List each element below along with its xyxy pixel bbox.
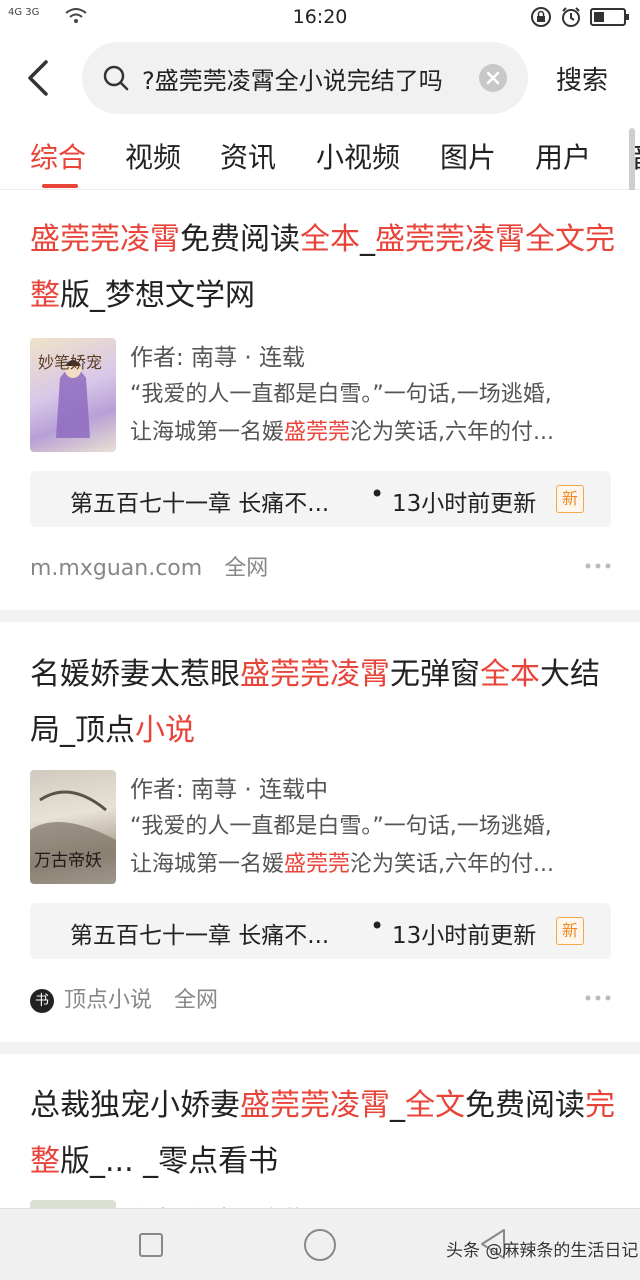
- title-highlight: 全文: [405, 1088, 465, 1123]
- separator-dot: •: [370, 912, 385, 940]
- tab-images[interactable]: 图片: [440, 136, 496, 176]
- title-text: _: [360, 222, 375, 257]
- desc-line: 让海城第一名媛盛莞莞沦为笑话,六年的付...: [130, 852, 555, 877]
- title-highlight: 全本: [300, 222, 360, 257]
- tab-video[interactable]: 视频: [125, 136, 181, 176]
- title-text: 无弹窗: [390, 657, 480, 692]
- book-description: “我爱的人一直都是白雪。”一句话,一场逃婚, 让海城第一名媛盛莞莞沦为笑话,六年…: [130, 808, 610, 884]
- source-domain: m.mxguan.com: [30, 556, 203, 581]
- title-highlight: 盛莞莞凌霄: [240, 657, 390, 692]
- title-text: 版_... _零点看书: [60, 1144, 279, 1179]
- title-highlight: 盛莞莞凌霄: [240, 1088, 390, 1123]
- book-cover[interactable]: 万古帝妖: [30, 770, 116, 884]
- result-card[interactable]: 名媛娇妻太惹眼盛莞莞凌霄无弹窗全本大结局_顶点小说 万古帝妖 作者: 南荨 · …: [0, 622, 640, 1042]
- search-input[interactable]: [140, 42, 470, 114]
- title-text: 总裁独宠小娇妻: [30, 1088, 240, 1123]
- cover-illustration-icon: 妙笔娇宠: [38, 353, 102, 438]
- source-scope: 全网: [174, 988, 219, 1013]
- category-tabs: 综合 视频 资讯 小视频 图片 用户 音: [0, 122, 640, 190]
- home-button[interactable]: [304, 1229, 336, 1261]
- search-icon: [103, 65, 129, 91]
- chapter-title: 第五百七十一章 长痛不...: [70, 491, 330, 517]
- update-time: 13小时前更新: [392, 923, 537, 949]
- active-tab-indicator: [42, 184, 78, 188]
- book-cover[interactable]: 妙笔娇宠: [30, 338, 116, 452]
- lock-rotation-icon: [531, 7, 551, 27]
- book-description: “我爱的人一直都是白雪。”一句话,一场逃婚, 让海城第一名媛盛莞莞沦为笑话,六年…: [130, 376, 610, 452]
- source-name: 顶点小说: [64, 988, 153, 1013]
- recent-apps-button[interactable]: [139, 1233, 163, 1257]
- svg-text:万古帝妖: 万古帝妖: [34, 851, 102, 871]
- more-options-icon[interactable]: [584, 994, 612, 1002]
- tab-news[interactable]: 资讯: [220, 136, 276, 176]
- more-options-icon[interactable]: [584, 562, 612, 570]
- search-box[interactable]: [82, 42, 528, 114]
- result-source: 书顶点小说 全网: [30, 982, 218, 1014]
- result-title[interactable]: 名媛娇妻太惹眼盛莞莞凌霄无弹窗全本大结局_顶点小说: [30, 647, 615, 759]
- result-source: m.mxguan.com 全网: [30, 550, 268, 582]
- site-logo-icon: 书: [30, 989, 54, 1013]
- svg-text:妙笔娇宠: 妙笔娇宠: [38, 353, 102, 372]
- battery-icon: [590, 8, 629, 26]
- new-badge: 新: [556, 917, 584, 945]
- cover-illustration-icon: 万古帝妖: [30, 790, 116, 884]
- new-badge: 新: [556, 485, 584, 513]
- latest-chapter-bar[interactable]: 第五百七十一章 长痛不... • 13小时前更新 新: [30, 471, 611, 527]
- result-card[interactable]: 总裁独宠小娇妻盛莞莞凌霄_全文免费阅读完整版_... _零点看书 作者: 作者 …: [0, 1054, 640, 1208]
- title-highlight: 小说: [135, 713, 195, 748]
- title-text: 免费阅读: [180, 222, 300, 257]
- update-time: 13小时前更新: [392, 491, 537, 517]
- clear-icon[interactable]: [478, 63, 508, 93]
- chapter-title: 第五百七十一章 长痛不...: [70, 923, 330, 949]
- desc-line: “我爱的人一直都是白雪。”一句话,一场逃婚,: [130, 814, 552, 839]
- search-header: 搜索: [0, 34, 640, 122]
- search-button[interactable]: 搜索: [556, 60, 608, 97]
- result-title[interactable]: 总裁独宠小娇妻盛莞莞凌霄_全文免费阅读完整版_... _零点看书: [30, 1078, 615, 1190]
- latest-chapter-bar[interactable]: 第五百七十一章 长痛不... • 13小时前更新 新: [30, 903, 611, 959]
- result-card[interactable]: 盛莞莞凌霄免费阅读全本_盛莞莞凌霄全文完整版_梦想文学网 妙笔娇宠 作者: 南荨…: [0, 190, 640, 610]
- book-author: 作者: 南荨 · 连载中: [130, 777, 328, 803]
- tab-users[interactable]: 用户: [535, 136, 591, 176]
- title-highlight: 全本: [480, 657, 540, 692]
- source-scope: 全网: [224, 556, 269, 581]
- result-title[interactable]: 盛莞莞凌霄免费阅读全本_盛莞莞凌霄全文完整版_梦想文学网: [30, 212, 615, 324]
- back-icon[interactable]: [22, 58, 56, 98]
- separator-dot: •: [370, 480, 385, 508]
- title-text: 免费阅读: [465, 1088, 585, 1123]
- card-separator: [0, 1042, 640, 1054]
- watermark: 头条 @麻辣条的生活日记: [446, 1241, 639, 1261]
- title-highlight: 盛莞莞凌霄: [30, 222, 180, 257]
- book-author: 作者: 作者 · 连载: [130, 1200, 305, 1208]
- title-text: _: [390, 1088, 405, 1123]
- desc-line: “我爱的人一直都是白雪。”一句话,一场逃婚,: [130, 382, 552, 407]
- desc-line: 让海城第一名媛盛莞莞沦为笑话,六年的付...: [130, 420, 555, 445]
- title-text: 版_梦想文学网: [60, 278, 255, 313]
- title-text: 名媛娇妻太惹眼: [30, 657, 240, 692]
- book-cover[interactable]: [30, 1200, 116, 1208]
- status-bar: 4G 3G 16:20: [0, 0, 640, 34]
- tab-short-video[interactable]: 小视频: [316, 136, 400, 176]
- book-author: 作者: 南荨 · 连载: [130, 345, 305, 371]
- alarm-icon: [562, 7, 580, 27]
- tab-all[interactable]: 综合: [30, 136, 86, 176]
- card-separator: [0, 610, 640, 622]
